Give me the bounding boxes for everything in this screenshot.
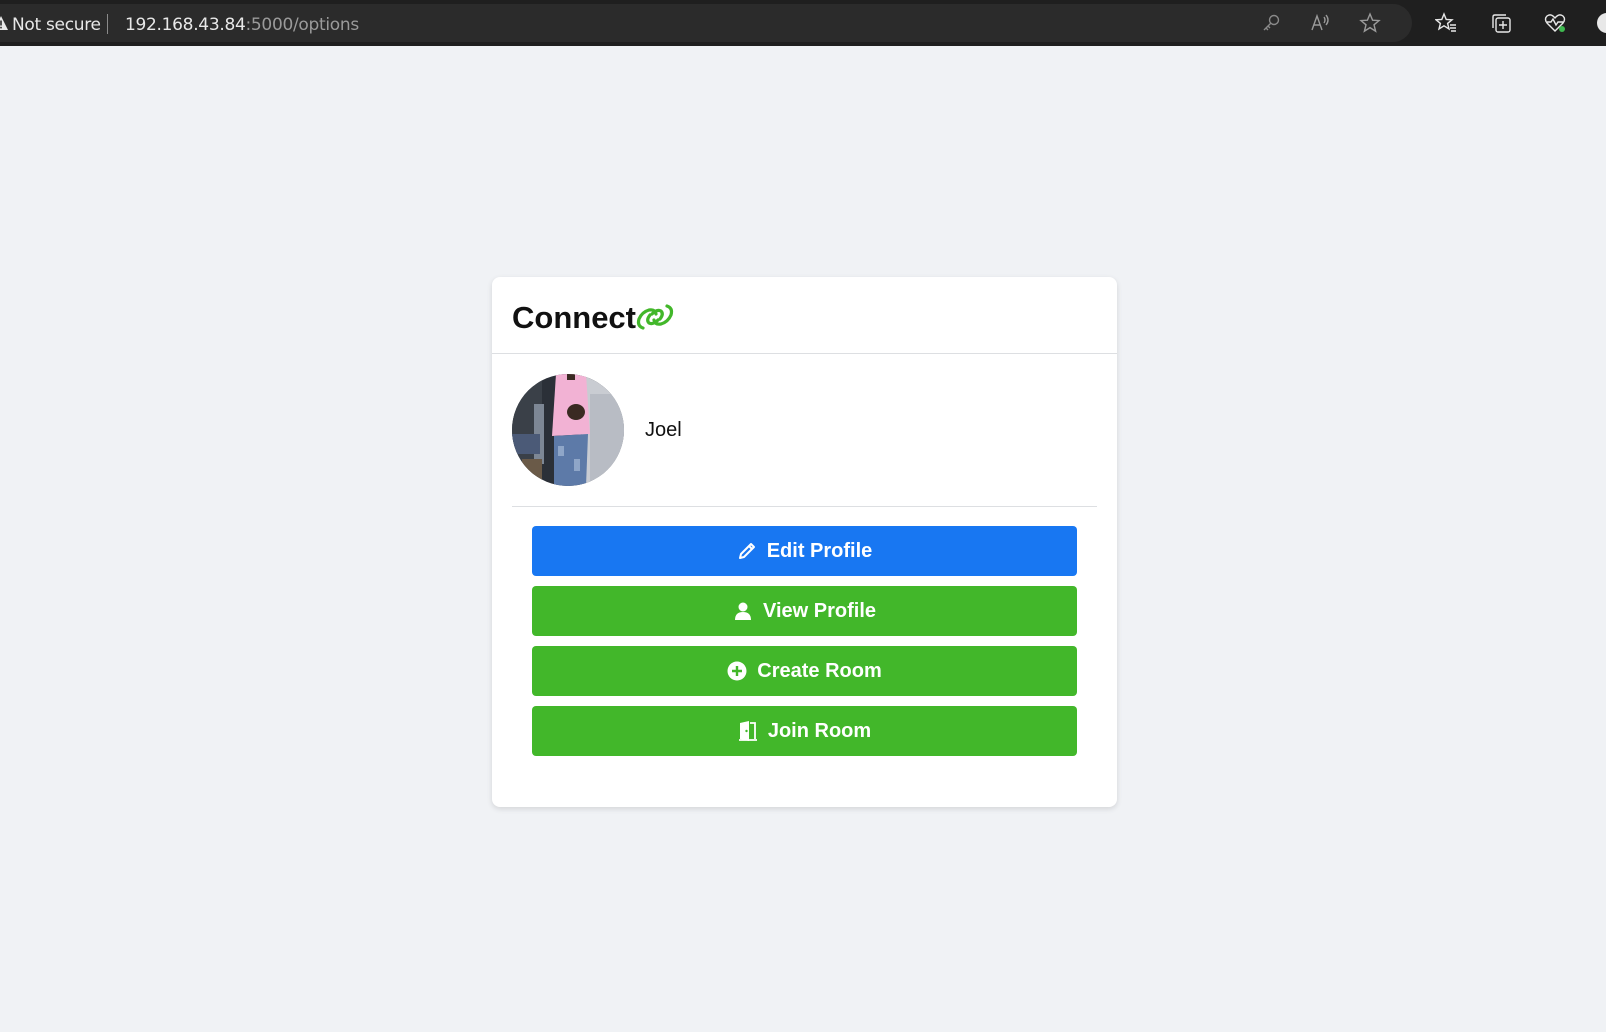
card-header: Connect <box>492 277 1117 354</box>
favorites-icon[interactable] <box>1435 12 1457 34</box>
warning-icon <box>0 16 8 30</box>
address-bar[interactable]: Not secure 192.168.43.84:5000/options <box>0 4 1412 42</box>
view-profile-label: View Profile <box>762 599 876 622</box>
url-path: :5000/options <box>245 15 359 35</box>
view-profile-button[interactable]: View Profile <box>532 586 1077 636</box>
avatar[interactable] <box>512 374 624 486</box>
profile-icon[interactable] <box>1596 12 1606 34</box>
browser-toolbar: Not secure 192.168.43.84:5000/options <box>0 0 1606 46</box>
plus-circle-icon <box>727 661 747 681</box>
key-icon[interactable] <box>1260 12 1282 34</box>
address-separator <box>107 14 108 34</box>
edit-profile-button[interactable]: Edit Profile <box>532 526 1077 576</box>
join-room-label: Join Room <box>767 719 872 742</box>
join-room-button[interactable]: Join Room <box>532 706 1077 756</box>
user-icon <box>733 601 753 621</box>
edit-profile-label: Edit Profile <box>766 539 873 562</box>
brand-name: Connect <box>512 300 636 335</box>
create-room-label: Create Room <box>757 659 882 682</box>
star-icon[interactable] <box>1359 12 1381 34</box>
url-text[interactable]: 192.168.43.84:5000/options <box>125 15 359 35</box>
security-label[interactable]: Not secure <box>12 15 101 35</box>
profile-row: Joel <box>512 374 1097 507</box>
chain-link-icon <box>636 304 674 330</box>
door-open-icon <box>738 721 758 741</box>
brand: Connect <box>512 300 675 336</box>
health-icon[interactable] <box>1544 12 1566 34</box>
username: Joel <box>645 419 682 441</box>
create-room-button[interactable]: Create Room <box>532 646 1077 696</box>
options-card: Connect Joel Edit Profile View Profile C… <box>492 277 1117 807</box>
pencil-icon <box>737 541 757 561</box>
url-host: 192.168.43.84 <box>125 15 246 35</box>
read-aloud-icon[interactable] <box>1309 12 1331 34</box>
collections-icon[interactable] <box>1490 12 1512 34</box>
